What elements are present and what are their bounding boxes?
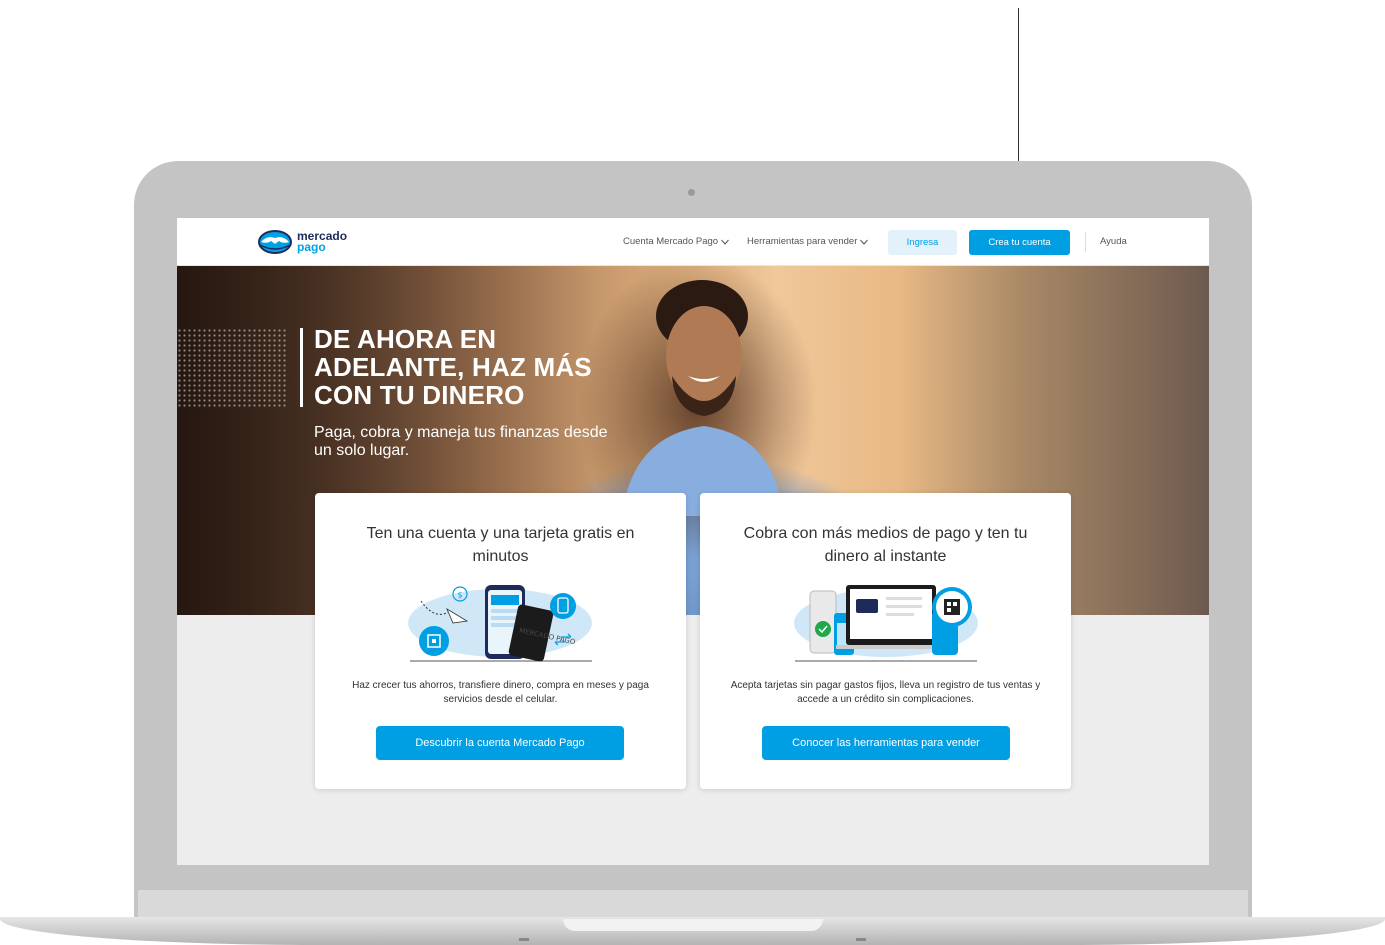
laptop-foot-right [856,938,866,941]
hero-dot-pattern [177,328,287,408]
nav-herramientas-label: Herramientas para vender [747,236,858,247]
nav-cuenta-label: Cuenta Mercado Pago [623,236,719,247]
logo-wordmark-pago: pago [297,240,326,254]
hero-person-image [622,280,782,516]
conocer-herramientas-button[interactable]: Conocer las herramientas para vender [762,726,1010,760]
hero-subtitle: Paga, cobra y maneja tus finanzas desde … [314,424,608,459]
chevron-down-icon [860,239,869,245]
card-herramientas-description: Acepta tarjetas sin pagar gastos fijos, … [730,680,1041,705]
nav-divider [1085,232,1086,252]
laptop-foot-left [519,938,529,941]
ingresa-button[interactable]: Ingresa [888,230,957,255]
card-cuenta-title: Ten una cuenta y una tarjeta gratis en m… [366,525,635,565]
nav-herramientas-para-vender[interactable]: Herramientas para vender [747,236,869,247]
nav-cuenta-mercado-pago[interactable]: Cuenta Mercado Pago [623,236,729,247]
descubrir-cuenta-button[interactable]: Descubrir la cuenta Mercado Pago [376,726,624,760]
nav-ayuda-link[interactable]: Ayuda [1100,236,1127,247]
hero-title: DE AHORA EN ADELANTE, HAZ MÁS CON TU DIN… [314,324,592,410]
hero-accent-bar [300,328,303,407]
camera-dot [688,189,695,196]
svg-text:$: $ [458,591,463,600]
chevron-down-icon [721,239,729,245]
point-of-sale-illustration [794,585,978,662]
card-herramientas-title: Cobra con más medios de pago y ten tu di… [743,525,1028,565]
crea-tu-cuenta-button[interactable]: Crea tu cuenta [969,230,1070,255]
screen: mercado pago Cuenta Mercado Pago Herrami… [177,218,1209,865]
mercado-pago-logo[interactable]: mercado pago [257,229,347,255]
top-navbar: mercado pago Cuenta Mercado Pago Herrami… [177,218,1209,266]
laptop-notch [563,919,823,931]
card-cuenta: Ten una cuenta y una tarjeta gratis en m… [315,493,686,789]
card-herramientas: Cobra con más medios de pago y ten tu di… [700,493,1071,789]
card-cuenta-description: Haz crecer tus ahorros, transfiere diner… [352,680,649,705]
handshake-logo-icon [258,230,292,254]
phone-and-card-illustration: $ MERCADO PAGO [408,585,592,662]
laptop-bezel-bottom [138,890,1248,920]
